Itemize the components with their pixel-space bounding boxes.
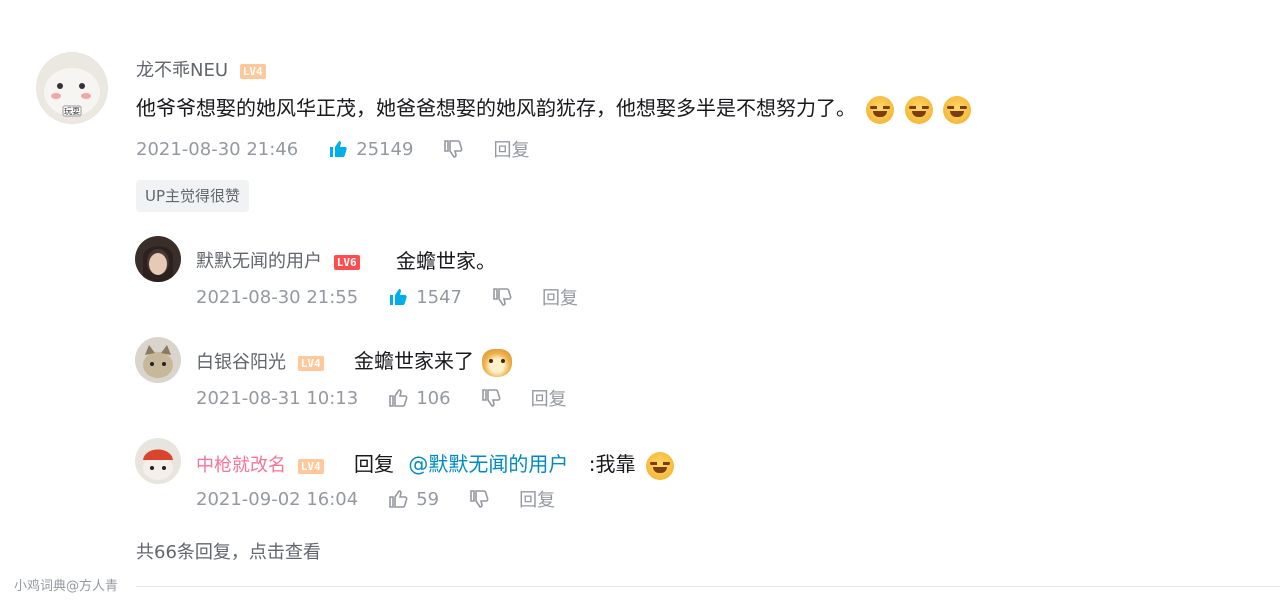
comment-date: 2021-08-30 21:46 xyxy=(136,138,299,160)
username-label: 中枪就改名 xyxy=(196,455,286,476)
like-button[interactable]: 106 xyxy=(388,387,451,409)
reply-meta: 2021-08-31 10:13 106 回复 xyxy=(196,385,567,411)
dislike-button[interactable] xyxy=(469,489,489,509)
thumb-down-icon xyxy=(444,140,463,158)
avatar[interactable] xyxy=(135,337,181,383)
like-button[interactable]: 1547 xyxy=(388,287,462,308)
comment-text: 他爷爷想娶的她风华正茂，她爸爸想娶的她风韵犹存，他想娶多半是不想努力了。 xyxy=(136,92,972,124)
avatar[interactable] xyxy=(135,236,181,282)
like-count: 1547 xyxy=(416,286,463,308)
girl-avatar-icon xyxy=(135,236,181,282)
reply-prefix: 回复 xyxy=(354,452,394,476)
thumb-down-icon xyxy=(470,490,489,508)
thumb-down-icon xyxy=(493,288,512,306)
doge-emoji-icon xyxy=(482,348,513,377)
crying-emoji-icon xyxy=(904,95,933,124)
up-liked-badge: UP主觉得很赞 xyxy=(136,180,250,212)
reply-meta: 2021-08-30 21:55 1547 回复 xyxy=(196,284,578,310)
avatar[interactable]: 玩耍 xyxy=(36,52,108,124)
reply-date: 2021-08-30 21:55 xyxy=(196,286,359,308)
thumb-up-filled-icon xyxy=(390,289,407,305)
like-button[interactable]: 25149 xyxy=(328,139,413,160)
reply-text: 金蟾世家来了 xyxy=(354,345,513,377)
crying-emoji-icon xyxy=(866,95,895,124)
view-more-replies-link[interactable]: 共66条回复，点击查看 xyxy=(136,538,321,564)
watermark: 小鸡词典@方人青 xyxy=(14,579,119,594)
mention-link[interactable]: @默默无闻的用户 xyxy=(408,452,568,476)
like-button[interactable]: 59 xyxy=(388,489,439,510)
level-badge: LV6 xyxy=(333,254,360,270)
level-badge: LV4 xyxy=(297,458,324,474)
reply-text: 金蟾世家。 xyxy=(396,249,496,273)
cat-avatar-icon xyxy=(135,337,181,383)
like-count: 25149 xyxy=(356,138,414,160)
reply-button[interactable]: 回复 xyxy=(542,284,578,310)
reply-text: 回复 @默默无闻的用户 :我靠 xyxy=(354,448,674,480)
dislike-button[interactable] xyxy=(481,388,501,408)
dislike-button[interactable] xyxy=(492,287,512,307)
thumb-up-icon xyxy=(389,490,408,508)
username-label: 龙不乖NEU xyxy=(136,60,229,81)
reply-button[interactable]: 回复 xyxy=(493,136,529,162)
reply-body: 金蟾世家来了 xyxy=(354,349,474,373)
reply-date: 2021-09-02 16:04 xyxy=(196,488,359,510)
username[interactable]: 默默无闻的用户 LV6 xyxy=(196,247,360,273)
thumb-up-filled-icon xyxy=(330,141,347,157)
cat-with-hat-avatar-icon xyxy=(135,438,181,484)
thumb-up-icon xyxy=(389,389,408,407)
thumb-down-icon xyxy=(481,389,501,407)
comment-body: 他爷爷想娶的她风华正茂，她爸爸想娶的她风韵犹存，他想娶多半是不想努力了。 xyxy=(136,96,856,120)
level-badge: LV4 xyxy=(239,63,266,79)
reply-body: :我靠 xyxy=(588,452,636,476)
username[interactable]: 白银谷阳光 LV4 xyxy=(196,348,324,374)
avatar-text: 玩耍 xyxy=(64,107,80,116)
username-label: 默默无闻的用户 xyxy=(196,251,322,272)
reply-button[interactable]: 回复 xyxy=(531,385,567,411)
comment-meta: 2021-08-30 21:46 25149 回复 xyxy=(136,136,529,162)
username[interactable]: 中枪就改名 LV4 xyxy=(196,451,324,477)
like-count: 59 xyxy=(416,488,440,510)
reply-button[interactable]: 回复 xyxy=(519,486,555,512)
divider xyxy=(136,586,1280,587)
dislike-button[interactable] xyxy=(443,139,463,159)
reply-meta: 2021-09-02 16:04 59 回复 xyxy=(196,486,555,512)
avatar[interactable] xyxy=(135,438,181,484)
like-count: 106 xyxy=(416,387,451,409)
level-badge: LV4 xyxy=(297,355,324,371)
reply-date: 2021-08-31 10:13 xyxy=(196,387,359,409)
username-label: 白银谷阳光 xyxy=(196,352,286,373)
username[interactable]: 龙不乖NEU LV4 xyxy=(136,56,266,82)
crying-emoji-icon xyxy=(645,451,674,480)
crying-emoji-icon xyxy=(943,95,972,124)
